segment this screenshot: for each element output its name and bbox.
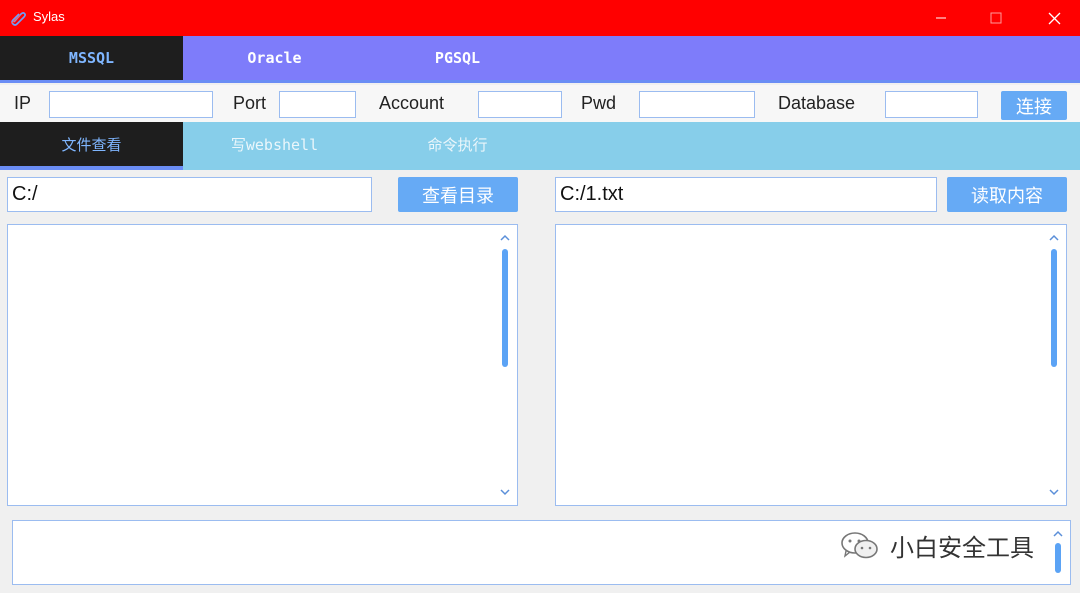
db-tab-underline	[0, 80, 1080, 83]
tab-write-webshell[interactable]: 写webshell	[183, 122, 366, 166]
minimize-icon	[936, 17, 946, 19]
db-tab-bar: MSSQL Oracle PGSQL	[0, 36, 1080, 83]
database-input[interactable]	[885, 91, 978, 118]
window-title: Sylas	[33, 9, 65, 24]
file-path-input[interactable]: C:/1.txt	[555, 177, 937, 212]
wechat-icon	[841, 531, 878, 558]
ip-label: IP	[14, 93, 32, 113]
database-label: Database	[778, 93, 856, 113]
tab-pgsql[interactable]: PGSQL	[366, 36, 549, 80]
dir-output-scrollbar[interactable]	[496, 229, 514, 501]
account-input[interactable]	[478, 91, 562, 118]
maximize-button[interactable]	[973, 0, 1019, 36]
watermark-text: 小白安全工具	[890, 534, 1034, 562]
read-file-button[interactable]: 读取内容	[947, 177, 1067, 212]
close-button[interactable]	[1031, 0, 1077, 36]
chevron-up-icon[interactable]	[1052, 529, 1064, 539]
pwd-label: Pwd	[581, 93, 617, 113]
tab-command-exec[interactable]: 命令执行	[366, 122, 549, 166]
dir-path-input[interactable]: C:/	[7, 177, 372, 212]
watermark: 小白安全工具	[840, 528, 1034, 563]
maximize-icon	[990, 12, 1002, 24]
ip-input[interactable]	[49, 91, 213, 118]
tab-file-view[interactable]: 文件查看	[0, 122, 183, 166]
file-scroll-thumb[interactable]	[1051, 249, 1057, 367]
dir-scroll-thumb[interactable]	[502, 249, 508, 367]
file-output-scrollbar[interactable]	[1045, 229, 1063, 501]
chevron-down-icon[interactable]	[499, 487, 511, 497]
function-tab-bar: 文件查看 写webshell 命令执行	[0, 122, 1080, 170]
account-label: Account	[379, 93, 445, 113]
port-label: Port	[233, 93, 267, 113]
tab-mssql[interactable]: MSSQL	[0, 36, 183, 80]
function-tab-underline	[0, 166, 183, 170]
log-output-scrollbar[interactable]	[1049, 525, 1067, 580]
paperclip-icon	[11, 12, 26, 26]
port-input[interactable]	[279, 91, 356, 118]
pwd-input[interactable]	[639, 91, 755, 118]
minimize-button[interactable]	[918, 0, 964, 36]
chevron-down-icon[interactable]	[1048, 487, 1060, 497]
connect-button[interactable]: 连接	[1001, 91, 1067, 120]
tab-oracle[interactable]: Oracle	[183, 36, 366, 80]
file-output-area[interactable]	[555, 224, 1067, 506]
list-dir-button[interactable]: 查看目录	[398, 177, 518, 212]
chevron-up-icon[interactable]	[499, 233, 511, 243]
chevron-up-icon[interactable]	[1048, 233, 1060, 243]
close-icon	[1048, 12, 1060, 24]
log-scroll-thumb[interactable]	[1055, 543, 1061, 573]
dir-output-area[interactable]	[7, 224, 518, 506]
title-bar: Sylas	[0, 0, 1080, 36]
